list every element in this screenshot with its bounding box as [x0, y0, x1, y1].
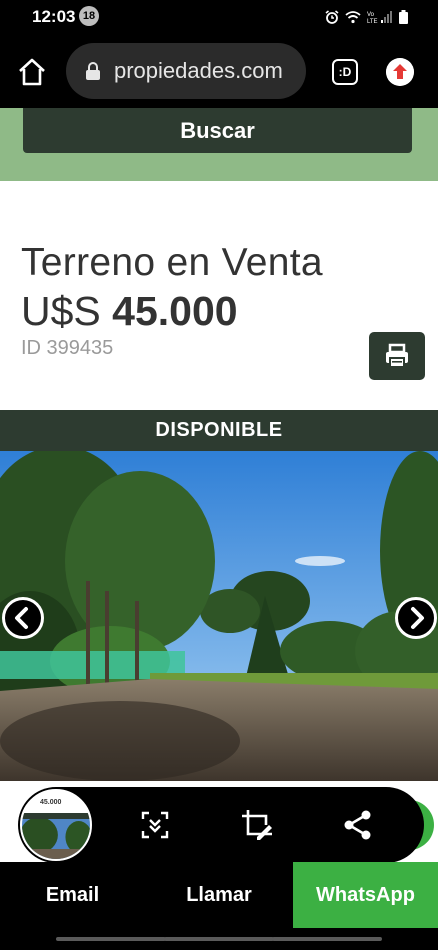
lock-icon [86, 62, 100, 80]
status-bar: 12:03 18 Vo LTE [0, 0, 438, 34]
extension-upload-icon[interactable] [386, 58, 414, 86]
thumbnail-price: 45.000 [40, 799, 62, 806]
home-icon[interactable] [16, 56, 48, 88]
photo-next-button[interactable] [395, 597, 437, 639]
crop-edit-icon[interactable] [239, 807, 275, 843]
lte-signal-icon: Vo LTE [367, 11, 392, 24]
chevron-right-icon [411, 607, 424, 629]
system-nav-bar [0, 928, 438, 950]
nav-recents-button[interactable] [56, 937, 166, 941]
call-button[interactable]: Llamar [145, 862, 293, 928]
alarm-icon [325, 10, 339, 24]
svg-text:Vo: Vo [367, 12, 375, 18]
email-button[interactable]: Email [0, 862, 145, 928]
page-content: Buscar Terreno en Venta U$S 45.000 ID 39… [0, 108, 438, 862]
status-icons: Vo LTE [325, 8, 408, 26]
url-text[interactable]: propiedades.com [114, 58, 283, 84]
notification-count-badge: 18 [79, 6, 99, 26]
contact-bar: Email Llamar WhatsApp [0, 862, 438, 928]
listing-title: Terreno en Venta [21, 241, 323, 284]
price-currency: U$S [21, 288, 101, 334]
battery-icon [399, 10, 408, 24]
wifi-icon [345, 11, 361, 24]
scroll-capture-icon[interactable] [137, 807, 173, 843]
thumbnail-photo [22, 819, 90, 859]
search-button[interactable]: Buscar [23, 108, 412, 153]
availability-banner: DISPONIBLE [0, 410, 438, 451]
nav-home-button[interactable] [164, 937, 274, 941]
whatsapp-button[interactable]: WhatsApp [293, 862, 438, 928]
search-band: Buscar [0, 108, 438, 181]
print-button[interactable] [369, 332, 425, 380]
address-bar[interactable]: propiedades.com [66, 43, 306, 99]
chevron-left-icon [15, 607, 28, 629]
status-time: 12:03 [32, 7, 76, 26]
property-photo-image [0, 451, 438, 781]
tabs-button[interactable]: :D [332, 59, 358, 85]
browser-toolbar: propiedades.com :D [0, 34, 438, 108]
printer-icon [386, 343, 408, 368]
photo-prev-button[interactable] [2, 597, 44, 639]
share-icon[interactable] [340, 807, 376, 843]
price-value: 45.000 [112, 288, 238, 334]
screenshot-thumbnail[interactable]: 45.000 [20, 789, 92, 861]
nav-back-button[interactable] [272, 937, 382, 941]
property-photo[interactable] [0, 451, 438, 781]
listing-price: U$S 45.000 [21, 288, 238, 335]
svg-text:LTE: LTE [367, 19, 378, 24]
property-id: ID 399435 [21, 337, 114, 359]
